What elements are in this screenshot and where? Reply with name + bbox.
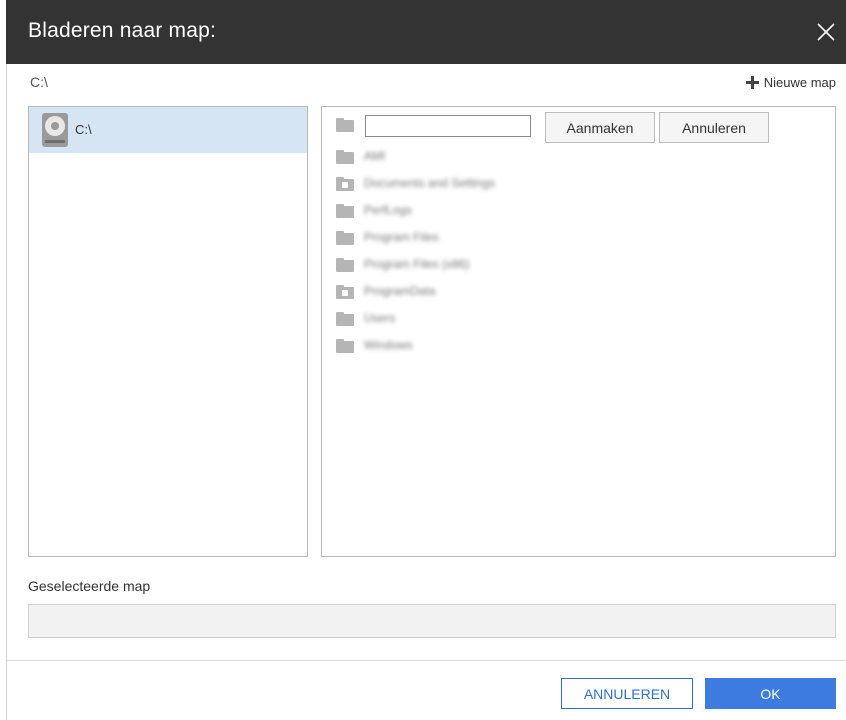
folder-name: ProgramData — [364, 284, 436, 298]
ok-button[interactable]: OK — [705, 678, 836, 709]
new-folder-label: Nieuwe map — [763, 75, 836, 90]
locked-folder-icon — [336, 177, 354, 191]
browse-folder-dialog: Bladeren naar map: C:\ Nieuwe map C:\ Aa… — [0, 0, 846, 720]
folder-icon — [336, 339, 354, 353]
folder-icon — [336, 258, 354, 272]
footer-divider — [6, 660, 846, 661]
tree-item-label: C:\ — [75, 122, 92, 137]
folder-icon — [336, 312, 354, 326]
folder-item[interactable]: Windows — [336, 336, 736, 356]
folder-list-panel: Aanmaken Annuleren AMI Documents and Set… — [321, 106, 836, 557]
selected-folder-label: Geselecteerde map — [28, 578, 151, 594]
folder-icon — [336, 231, 354, 245]
folder-item[interactable]: Program Files — [336, 228, 736, 248]
hard-drive-icon — [42, 113, 68, 147]
folder-name: Program Files (x86) — [364, 257, 470, 271]
folder-item[interactable]: ProgramData — [336, 282, 736, 302]
tree-item-c-drive[interactable]: C:\ — [29, 107, 307, 153]
folder-icon — [336, 150, 354, 164]
dialog-left-edge — [6, 0, 7, 720]
folder-name: Documents and Settings — [364, 176, 495, 190]
folder-name: Users — [364, 311, 396, 325]
folder-tree: C:\ — [28, 106, 308, 557]
folder-item[interactable]: Program Files (x86) — [336, 255, 736, 275]
create-button[interactable]: Aanmaken — [545, 112, 655, 143]
dialog-titlebar: Bladeren naar map: — [6, 0, 846, 64]
locked-folder-icon — [336, 285, 354, 299]
plus-icon — [745, 76, 759, 89]
folder-item[interactable]: PerfLogs — [336, 201, 736, 221]
folder-icon — [336, 204, 354, 218]
current-path: C:\ — [30, 74, 48, 90]
folder-name: Program Files — [364, 230, 439, 244]
new-folder-button[interactable]: Nieuwe map — [745, 75, 836, 90]
close-icon — [817, 23, 835, 41]
new-folder-icon — [336, 118, 354, 132]
new-folder-name-input[interactable] — [365, 115, 531, 137]
folder-item[interactable]: AMI — [336, 147, 736, 167]
cancel-create-button[interactable]: Annuleren — [659, 112, 769, 143]
folder-name: PerfLogs — [364, 203, 413, 217]
cancel-button[interactable]: ANNULEREN — [561, 678, 693, 709]
folder-name: Windows — [364, 338, 413, 352]
dialog-title: Bladeren naar map: — [28, 19, 217, 42]
folder-name: AMI — [364, 149, 386, 163]
close-button[interactable] — [806, 12, 846, 52]
selected-folder-field — [28, 604, 836, 638]
folder-item[interactable]: Documents and Settings — [336, 174, 736, 194]
folder-item[interactable]: Users — [336, 309, 736, 329]
